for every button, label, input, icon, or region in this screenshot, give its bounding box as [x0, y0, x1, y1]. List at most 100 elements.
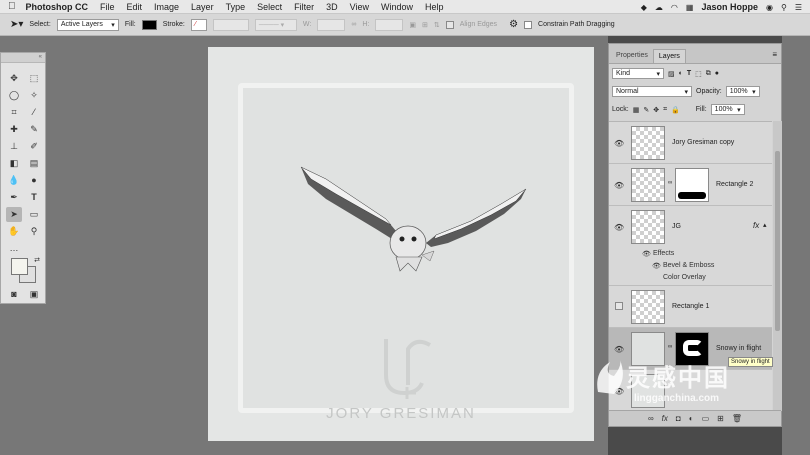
history-brush-tool-icon[interactable]: ✐ — [26, 139, 42, 154]
healing-tool-icon[interactable]: ✚ — [6, 122, 22, 137]
gradient-tool-icon[interactable]: ▤ — [26, 156, 42, 171]
blend-mode-dropdown[interactable]: Normal ▾ — [612, 86, 692, 97]
height-field[interactable] — [375, 18, 404, 31]
stroke-width-field[interactable] — [212, 18, 249, 31]
dropbox-icon[interactable]: ◆ — [641, 3, 647, 12]
path-arrange-icon[interactable]: ⇅ — [434, 21, 440, 29]
layer-row[interactable]: 👁 Jory Gresiman copy — [609, 122, 772, 164]
filter-adjustment-icon[interactable]: ◐ — [679, 70, 683, 77]
bevel-emboss-effect[interactable]: Bevel & Emboss — [663, 262, 714, 269]
select-dropdown[interactable]: Active Layers ▾ — [56, 18, 119, 31]
opacity-field[interactable]: 100% ▾ — [725, 86, 760, 97]
lock-all-icon[interactable]: 🔒 — [671, 106, 680, 114]
visibility-off-box[interactable] — [615, 302, 623, 310]
menu-bar:  Photoshop CC File Edit Image Layer Typ… — [0, 0, 810, 14]
menu-image[interactable]: Image — [154, 2, 179, 12]
screen-mode-icon[interactable]: ▣ — [26, 287, 42, 302]
menu-type[interactable]: Type — [226, 2, 246, 12]
pen-tool-icon[interactable]: ✒ — [6, 190, 22, 205]
fill-swatch[interactable] — [141, 19, 157, 30]
quick-mask-icon[interactable]: ◙ — [6, 287, 22, 302]
apple-icon[interactable]:  — [8, 1, 16, 12]
filter-shape-icon[interactable]: ⬚ — [695, 70, 702, 78]
zoom-tool-icon[interactable]: ⚲ — [26, 224, 42, 239]
gear-icon[interactable]: ⚙ — [509, 19, 518, 30]
lock-position-icon[interactable]: ✥ — [653, 106, 659, 114]
fill-field[interactable]: 100% ▾ — [710, 104, 745, 115]
filter-smart-object-icon[interactable]: ⧉ — [706, 70, 711, 78]
cloud-icon[interactable]: ☁ — [655, 3, 663, 12]
scroll-thumb[interactable] — [775, 151, 780, 331]
color-overlay-effect[interactable]: Color Overlay — [663, 274, 706, 281]
type-tool-icon[interactable]: T — [26, 190, 42, 205]
tab-layers[interactable]: Layers — [652, 49, 686, 63]
stroke-swatch[interactable]: ⁄ — [190, 18, 207, 31]
stamp-tool-icon[interactable]: ⊥ — [6, 139, 22, 154]
menu-layer[interactable]: Layer — [191, 2, 214, 12]
layer-row[interactable]: Rectangle 1 — [609, 286, 772, 328]
list-icon[interactable]: ☰ — [795, 3, 802, 12]
foreground-color-swatch[interactable] — [11, 258, 28, 275]
eraser-tool-icon[interactable]: ◧ — [6, 156, 22, 171]
menu-file[interactable]: File — [100, 2, 115, 12]
lasso-tool-icon[interactable]: ◯ — [6, 88, 22, 103]
link-icon[interactable]: ∞ — [351, 21, 356, 28]
crop-tool-icon[interactable]: ⌗ — [6, 105, 22, 120]
visibility-eye-icon[interactable]: 👁 — [614, 181, 624, 190]
fx-badge[interactable]: fx — [753, 221, 759, 230]
align-edges-checkbox[interactable] — [445, 20, 454, 29]
tools-panel-header[interactable]: « — [1, 53, 45, 63]
lock-transparent-icon[interactable]: ▦ — [633, 106, 640, 114]
menu-view[interactable]: View — [350, 2, 369, 12]
path-select-tool-icon[interactable]: ➤▾ — [10, 19, 23, 30]
path-selection-tool-icon[interactable]: ➤ — [6, 207, 22, 222]
constrain-checkbox[interactable] — [524, 20, 533, 29]
owl-image — [300, 166, 527, 272]
marquee-tool-icon[interactable]: ⬚ — [26, 71, 42, 86]
dodge-tool-icon[interactable]: ● — [26, 173, 42, 188]
hand-tool-icon[interactable]: ✋ — [6, 224, 22, 239]
wifi-icon[interactable]: ◠ — [671, 3, 678, 12]
filter-pixel-icon[interactable]: ▨ — [668, 70, 675, 78]
blur-tool-icon[interactable]: 💧 — [6, 173, 22, 188]
move-tool-icon[interactable]: ✥ — [6, 71, 22, 86]
width-field[interactable] — [317, 18, 346, 31]
menu-filter[interactable]: Filter — [294, 2, 314, 12]
visibility-eye-icon[interactable]: 👁 — [614, 345, 624, 354]
more-tools-icon[interactable]: … — [6, 241, 22, 256]
search-icon[interactable]: ⚲ — [781, 3, 787, 12]
filter-type-icon[interactable]: T — [687, 70, 691, 77]
visibility-eye-icon[interactable]: 👁 — [614, 139, 624, 148]
bevel-eye-icon[interactable]: 👁 — [652, 262, 661, 270]
lock-artboard-icon[interactable]: ⌗ — [663, 106, 667, 114]
jory-gresiman-text: JORY GRESIMAN — [326, 405, 476, 422]
menu-edit[interactable]: Edit — [127, 2, 143, 12]
menu-help[interactable]: Help — [425, 2, 444, 12]
rectangle-tool-icon[interactable]: ▭ — [26, 207, 42, 222]
menu-3d[interactable]: 3D — [326, 2, 338, 12]
menu-window[interactable]: Window — [381, 2, 413, 12]
lock-pixels-icon[interactable]: ✎ — [643, 106, 649, 114]
path-ops-icon[interactable]: ▣ — [409, 21, 416, 29]
visibility-eye-icon[interactable]: 👁 — [614, 223, 624, 232]
brush-tool-icon[interactable]: ✎ — [26, 122, 42, 137]
layer-row[interactable]: 👁 ∞ Rectangle 2 — [609, 164, 772, 206]
lock-label: Lock: — [612, 106, 629, 113]
user-name[interactable]: Jason Hoppe — [701, 2, 758, 12]
menu-select[interactable]: Select — [257, 2, 282, 12]
kind-filter-dropdown[interactable]: Kind ▾ — [612, 68, 664, 79]
swap-colors-icon[interactable]: ⇄ — [29, 253, 45, 268]
filter-toggle-icon[interactable]: ● — [715, 70, 719, 77]
expand-arrow-icon[interactable]: ▴ — [763, 221, 767, 229]
document-canvas[interactable]: JORY GRESIMAN — [208, 47, 594, 441]
panel-menu-icon[interactable]: ≡ — [772, 50, 777, 59]
stroke-type-dropdown[interactable]: ──── ▾ — [254, 18, 297, 31]
magic-wand-tool-icon[interactable]: ✧ — [26, 88, 42, 103]
effects-eye-icon[interactable]: 👁 — [642, 250, 651, 258]
layer-row[interactable]: 👁 JG fx ▴ 👁 Effects 👁 Bevel & Emboss Col… — [609, 206, 772, 286]
path-align-icon[interactable]: ⊞ — [422, 21, 428, 29]
app-menu[interactable]: Photoshop CC — [26, 2, 89, 12]
eyedropper-tool-icon[interactable]: ⁄ — [26, 105, 42, 120]
safari-icon[interactable]: ◉ — [766, 3, 773, 12]
tab-properties[interactable]: Properties — [611, 49, 653, 63]
